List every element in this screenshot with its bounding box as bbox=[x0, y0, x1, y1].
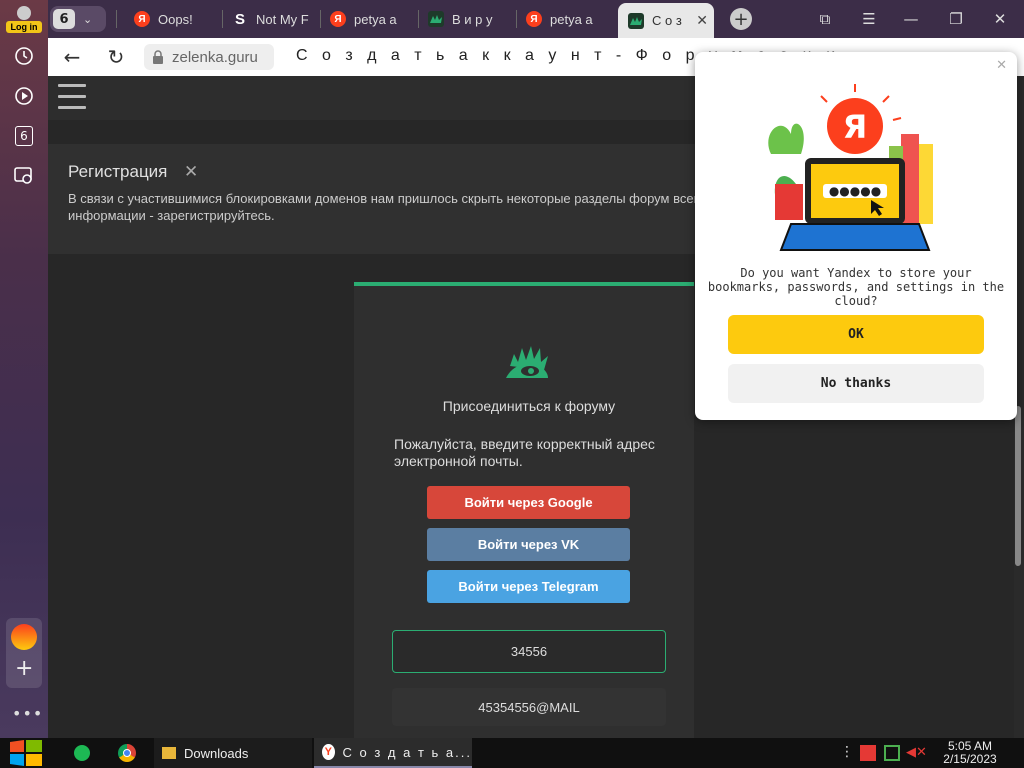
clock-date: 2/15/2023 bbox=[943, 752, 997, 766]
close-icon[interactable]: ✕ bbox=[184, 162, 198, 182]
no-thanks-button[interactable]: No thanks bbox=[728, 364, 984, 403]
volume-muted-icon[interactable]: ◀✕ bbox=[906, 745, 927, 761]
login-badge: Log in bbox=[6, 21, 42, 33]
yandex-icon: Я bbox=[134, 11, 150, 27]
email-hint: Пожалуйста, введите корректный адрес эле… bbox=[394, 436, 655, 469]
close-icon[interactable]: ✕ bbox=[996, 58, 1007, 73]
tab-viru[interactable]: В и р у bbox=[418, 4, 514, 34]
tab-oops[interactable]: Я Oops! bbox=[124, 4, 220, 34]
chevron-down-icon: ⌄ bbox=[83, 12, 93, 26]
browser-sidebar: Log in 6 + ••• bbox=[0, 0, 48, 738]
tab-label: petya a bbox=[354, 11, 397, 27]
user-icon bbox=[17, 6, 31, 20]
play-icon[interactable] bbox=[8, 80, 40, 112]
notice-title: Регистрация bbox=[68, 162, 168, 181]
lock-icon bbox=[153, 50, 163, 64]
svg-text:●●●●●: ●●●●● bbox=[829, 184, 881, 198]
tab-label: В и р у bbox=[452, 11, 493, 27]
add-icon[interactable]: + bbox=[15, 658, 33, 680]
tab-active-create-account[interactable]: С о з ✕ bbox=[618, 3, 714, 38]
yandex-browser-icon: Y bbox=[322, 744, 335, 760]
lolz-icon bbox=[628, 12, 644, 29]
bookmarks-icon[interactable]: ⧉ bbox=[810, 6, 840, 32]
laptop-illustration: ●●●●● Я bbox=[768, 84, 933, 251]
mail-app-icon[interactable] bbox=[11, 624, 37, 650]
tab-petya-1[interactable]: Я petya a bbox=[320, 4, 416, 34]
taskbar-downloads[interactable]: Downloads bbox=[154, 738, 312, 768]
lolz-icon bbox=[428, 11, 444, 27]
registration-card: Присоединиться к форуму Пожалуйста, введ… bbox=[354, 282, 694, 738]
notice-text: В связи с участившимися блокировками дом… bbox=[68, 191, 701, 223]
taskbar-downloads-label: Downloads bbox=[184, 745, 249, 761]
login-google-button[interactable]: Войти через Google bbox=[427, 486, 630, 519]
yandex-icon: Я bbox=[330, 11, 346, 27]
chrome-icon[interactable] bbox=[118, 744, 136, 762]
reload-icon[interactable]: ↻ bbox=[102, 45, 130, 69]
new-tab-button[interactable]: + bbox=[726, 6, 756, 32]
tab-label: Oops! bbox=[158, 11, 193, 27]
tab-counter[interactable]: 6 ⌄ bbox=[50, 6, 106, 32]
spotify-icon[interactable] bbox=[74, 745, 90, 761]
network-icon[interactable] bbox=[884, 745, 900, 761]
username-input[interactable]: 34556 bbox=[392, 630, 666, 673]
more-vertical-icon[interactable]: ⋮ bbox=[840, 744, 854, 760]
tab-not-my[interactable]: S Not My F bbox=[222, 4, 318, 34]
url-domain: zelenka.guru bbox=[172, 48, 258, 66]
s-icon: S bbox=[234, 10, 245, 28]
yandex-sync-popup: ✕ ●●●●● Я Do you want Yandex to store yo… bbox=[695, 52, 1017, 420]
forum-logo-icon bbox=[504, 340, 550, 386]
clock[interactable]: 5:05 AM 2/15/2023 bbox=[930, 740, 1010, 766]
login-avatar[interactable]: Log in bbox=[6, 4, 42, 34]
sidebar-widget-panel: + bbox=[6, 618, 42, 688]
hamburger-menu-icon[interactable] bbox=[58, 84, 86, 110]
plus-icon: + bbox=[730, 8, 752, 30]
ok-button[interactable]: OK bbox=[728, 315, 984, 354]
history-icon[interactable] bbox=[8, 40, 40, 72]
tab-label: Not My F bbox=[256, 11, 309, 27]
scroll-thumb[interactable] bbox=[1015, 406, 1021, 566]
taskbar-yandex-label: С о з д а т ь а... bbox=[342, 744, 472, 760]
tab-label: petya a bbox=[550, 11, 593, 27]
tab-bar: 6 ⌄ Я Oops! S Not My F Я petya a В и р у… bbox=[48, 0, 1024, 38]
more-icon[interactable]: ••• bbox=[12, 704, 43, 723]
flag-icon[interactable] bbox=[860, 745, 876, 761]
yandex-logo-icon: Я bbox=[843, 108, 868, 146]
folder-icon bbox=[162, 747, 176, 759]
popup-message: Do you want Yandex to store your bookmar… bbox=[707, 266, 1005, 308]
tab-petya-2[interactable]: Я petya a bbox=[516, 4, 612, 34]
join-title: Присоединиться к форуму bbox=[442, 398, 616, 414]
tabs-count-icon[interactable]: 6 bbox=[8, 120, 40, 152]
login-vk-button[interactable]: Войти через VK bbox=[427, 528, 630, 561]
close-window-icon[interactable]: ✕ bbox=[985, 6, 1015, 32]
back-icon[interactable]: ← bbox=[58, 45, 86, 69]
login-telegram-button[interactable]: Войти через Telegram bbox=[427, 570, 630, 603]
menu-icon[interactable]: ☰ bbox=[854, 6, 884, 32]
yandex-icon: Я bbox=[526, 11, 542, 27]
windows-start-icon[interactable] bbox=[10, 740, 42, 766]
minimize-icon[interactable]: — bbox=[896, 6, 926, 32]
email-input[interactable]: 45354556@MAIL bbox=[392, 688, 666, 726]
tab-counter-number: 6 bbox=[53, 9, 75, 29]
taskbar-yandex-window[interactable]: Y С о з д а т ь а... bbox=[314, 738, 472, 768]
restore-icon[interactable]: ❐ bbox=[941, 6, 971, 32]
close-tab-icon[interactable]: ✕ bbox=[696, 12, 708, 29]
windows-taskbar: Downloads Y С о з д а т ь а... ⋮ ◀✕ 5:05… bbox=[0, 738, 1024, 768]
url-field[interactable]: zelenka.guru bbox=[144, 44, 274, 70]
screenshot-icon[interactable] bbox=[8, 160, 40, 192]
tab-label: С о з bbox=[652, 13, 682, 28]
